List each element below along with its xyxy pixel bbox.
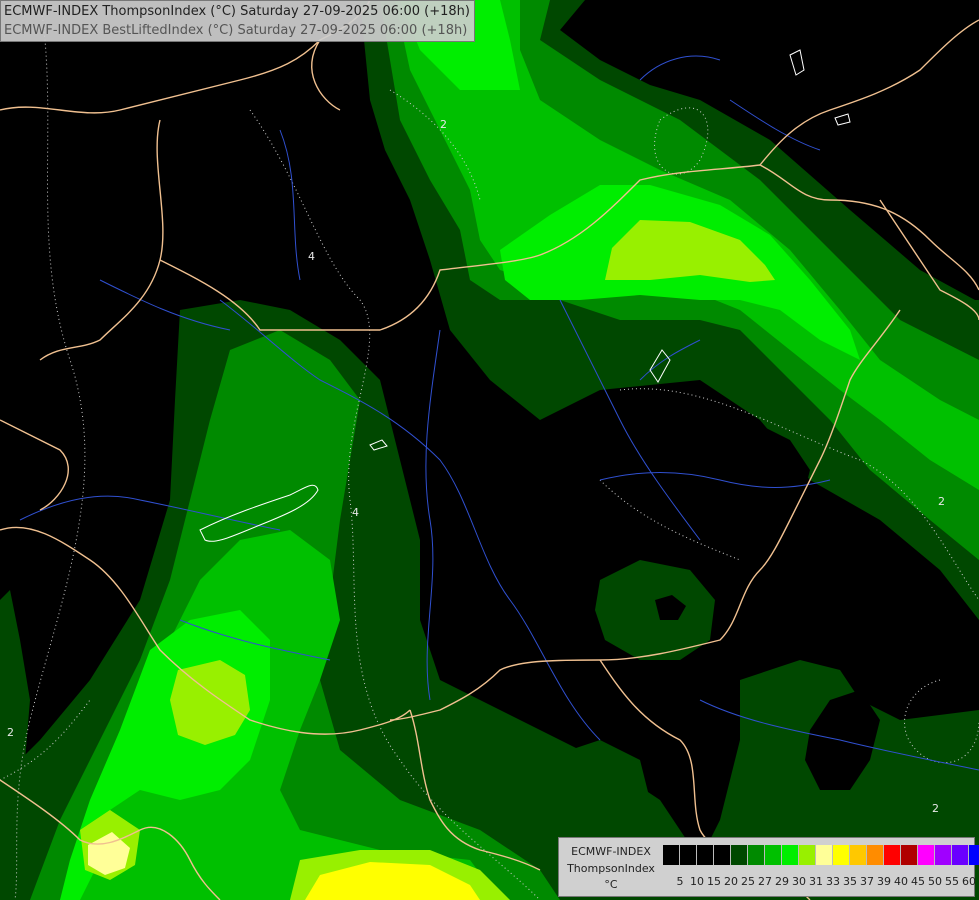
isoline-label: 4: [352, 506, 359, 519]
legend-tick-label: 55: [945, 875, 959, 888]
legend-tick-label: 40: [894, 875, 908, 888]
legend-tick-label: 60: [962, 875, 976, 888]
legend-tick-label: 29: [775, 875, 789, 888]
legend-swatch: [663, 845, 680, 865]
isoline-label: 2: [932, 802, 939, 815]
legend-swatch: [782, 845, 799, 865]
map-title-box: ECMWF-INDEX ThompsonIndex (°C) Saturday …: [0, 0, 475, 42]
legend-tick-label: 15: [707, 875, 721, 888]
legend-swatch: [867, 845, 884, 865]
isoline-label: 4: [308, 250, 315, 263]
legend-swatch: [680, 845, 697, 865]
map-canvas: 2 4 4 2 2 2: [0, 0, 979, 900]
legend-parameter: ThompsonIndex: [567, 862, 655, 875]
legend-unit: °C: [604, 878, 618, 891]
legend-swatch: [816, 845, 833, 865]
color-legend: ECMWF-INDEX ThompsonIndex °C 5 10 15 20 25 27…: [558, 837, 979, 897]
title-line-thompson: ECMWF-INDEX ThompsonIndex (°C) Saturday …: [4, 4, 470, 19]
legend-tick-label: 33: [826, 875, 840, 888]
legend-swatch: [697, 845, 714, 865]
legend-swatch: [833, 845, 850, 865]
legend-swatch: [969, 845, 979, 865]
legend-swatch: [918, 845, 935, 865]
isoline-label: 2: [440, 118, 447, 131]
legend-tick-label: 31: [809, 875, 823, 888]
legend-tick-label: 27: [758, 875, 772, 888]
legend-swatches: [663, 845, 979, 865]
title-line-lifted: ECMWF-INDEX BestLiftedIndex (°C) Saturda…: [4, 23, 468, 38]
legend-tick-label: 10: [690, 875, 704, 888]
legend-swatch: [901, 845, 918, 865]
legend-swatch: [799, 845, 816, 865]
legend-swatch: [731, 845, 748, 865]
isoline-label: 2: [938, 495, 945, 508]
legend-swatch: [935, 845, 952, 865]
isoline-label: 2: [7, 726, 14, 739]
legend-swatch: [765, 845, 782, 865]
legend-swatch: [748, 845, 765, 865]
legend-swatch: [850, 845, 867, 865]
weather-map: 2 4 4 2 2 2 ECMWF-INDEX ThompsonIndex (°…: [0, 0, 979, 900]
legend-tick-label: 20: [724, 875, 738, 888]
legend-tick-label: 37: [860, 875, 874, 888]
legend-tick-label: 30: [792, 875, 806, 888]
legend-tick-label: 35: [843, 875, 857, 888]
legend-tick-label: 39: [877, 875, 891, 888]
legend-model: ECMWF-INDEX: [571, 845, 651, 858]
legend-tick-label: 5: [676, 875, 684, 888]
legend-tick-label: 45: [911, 875, 925, 888]
legend-swatch: [952, 845, 969, 865]
legend-swatch: [884, 845, 901, 865]
legend-tick-label: 25: [741, 875, 755, 888]
legend-swatch: [714, 845, 731, 865]
legend-tick-label: 50: [928, 875, 942, 888]
